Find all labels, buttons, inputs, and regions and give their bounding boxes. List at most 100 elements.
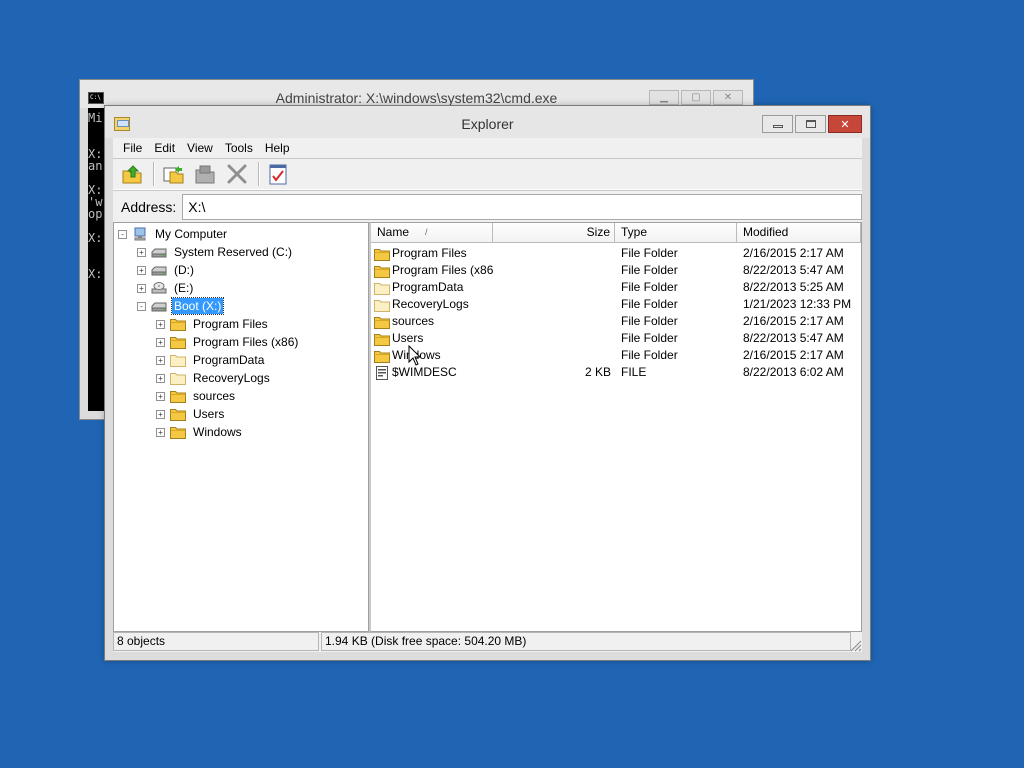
close-button[interactable]: ✕ <box>828 115 862 133</box>
minimize-icon <box>772 124 783 128</box>
properties-button[interactable] <box>263 160 293 188</box>
tree-item-label[interactable]: ProgramData <box>191 352 266 368</box>
expand-icon[interactable]: + <box>156 337 165 347</box>
tree-item-label[interactable]: Program Files <box>191 316 270 332</box>
list-item-name: Program Files (x86) <box>392 263 493 277</box>
list-item-name: sources <box>392 314 435 328</box>
tree-item[interactable]: + (D:) <box>137 261 196 279</box>
folder-hidden-icon <box>373 282 390 295</box>
column-header-type[interactable]: Type <box>615 223 737 243</box>
list-item-modified: 1/21/2023 12:33 PM <box>743 297 852 311</box>
column-header-size[interactable]: Size <box>493 223 615 243</box>
folder-icon <box>373 248 390 261</box>
cmd-maximize-button[interactable]: ▢ <box>681 90 711 105</box>
expand-icon[interactable]: + <box>156 319 165 329</box>
tree-item[interactable]: + Windows <box>156 423 244 441</box>
menu-help[interactable]: Help <box>259 138 296 158</box>
explorer-window[interactable]: Explorer ✕ File Edit View Tools Help Add… <box>104 105 871 661</box>
list-item[interactable]: Program Files (x86) File Folder 8/22/2013 … <box>371 262 861 279</box>
tree-item[interactable]: + ProgramData <box>156 351 266 369</box>
menu-bar: File Edit View Tools Help <box>113 138 862 158</box>
cmd-icon: C:\ <box>88 92 104 104</box>
list-item-type: File Folder <box>621 246 678 260</box>
paste-button[interactable] <box>190 160 220 188</box>
folder-icon <box>373 350 390 363</box>
tree-item-label[interactable]: Windows <box>191 424 244 440</box>
delete-icon <box>227 164 247 184</box>
toolbar-separator <box>258 162 259 186</box>
tree-item-label[interactable]: sources <box>191 388 237 404</box>
folder-icon <box>373 333 390 346</box>
up-folder-button[interactable] <box>117 160 147 188</box>
expand-icon[interactable]: + <box>137 283 146 293</box>
list-item-type: File Folder <box>621 280 678 294</box>
status-object-count: 8 objects <box>113 632 319 651</box>
list-item[interactable]: Windows File Folder 2/16/2015 2:17 AM <box>371 347 861 364</box>
tree-item[interactable]: + (E:) <box>137 279 195 297</box>
list-item[interactable]: RecoveryLogs File Folder 1/21/2023 12:33 P… <box>371 296 861 313</box>
tree-item-label[interactable]: System Reserved (C:) <box>172 244 294 260</box>
mouse-cursor-icon <box>408 345 422 366</box>
expand-icon[interactable]: + <box>156 373 165 383</box>
tree-item[interactable]: - Boot (X:) <box>137 297 225 315</box>
cmd-titlebar[interactable]: C:\ Administrator: X:\windows\system32\c… <box>80 80 753 108</box>
tree-item[interactable]: + Program Files (x86) <box>156 333 300 351</box>
tree-item-label[interactable]: Program Files (x86) <box>191 334 300 350</box>
tree-item[interactable]: - My Computer <box>118 225 229 243</box>
drive-icon <box>151 302 167 312</box>
list-item-name-cell: ProgramData <box>371 279 493 296</box>
address-input[interactable]: X:\ <box>182 193 862 220</box>
collapse-icon[interactable]: - <box>118 229 127 239</box>
list-item-name: RecoveryLogs <box>392 297 469 311</box>
folder-icon <box>170 391 186 403</box>
menu-view[interactable]: View <box>181 138 219 158</box>
maximize-button[interactable] <box>795 115 826 133</box>
list-item-type: File Folder <box>621 297 678 311</box>
expand-icon[interactable]: + <box>156 355 165 365</box>
delete-button[interactable] <box>222 160 252 188</box>
file-list[interactable]: Name / Size Type Modified Program Files F… <box>369 222 862 632</box>
tree-item-label[interactable]: RecoveryLogs <box>191 370 272 386</box>
column-header-name[interactable]: Name / <box>371 223 493 243</box>
tree-item-label[interactable]: Users <box>191 406 226 422</box>
explorer-titlebar[interactable]: Explorer ✕ <box>105 106 870 138</box>
list-item[interactable]: sources File Folder 2/16/2015 2:17 AM <box>371 313 861 330</box>
expand-icon[interactable]: + <box>137 265 146 275</box>
copy-button[interactable] <box>158 160 188 188</box>
expand-icon[interactable]: + <box>156 409 165 419</box>
menu-file[interactable]: File <box>117 138 148 158</box>
folder-icon <box>170 337 186 349</box>
column-header-modified[interactable]: Modified <box>737 223 861 243</box>
list-item-name-cell: $WIMDESC <box>371 364 493 381</box>
tree-item-label[interactable]: My Computer <box>153 226 229 242</box>
list-header: Name / Size Type Modified <box>371 223 861 243</box>
folder-tree[interactable]: - My Computer + System Reserved (C:) + (D:) + (… <box>113 222 369 632</box>
minimize-button[interactable] <box>762 115 793 133</box>
list-item[interactable]: $WIMDESC 2 KB FILE 8/22/2013 6:02 AM <box>371 364 861 381</box>
expand-icon[interactable]: + <box>156 427 165 437</box>
list-item[interactable]: Program Files File Folder 2/16/2015 2:17 A… <box>371 245 861 262</box>
tree-item[interactable]: + Users <box>156 405 226 423</box>
menu-tools[interactable]: Tools <box>219 138 259 158</box>
expand-icon[interactable]: + <box>156 391 165 401</box>
menu-edit[interactable]: Edit <box>148 138 181 158</box>
cmd-minimize-button[interactable]: ▁ <box>649 90 679 105</box>
tree-item[interactable]: + sources <box>156 387 237 405</box>
tree-item[interactable]: + System Reserved (C:) <box>137 243 294 261</box>
tree-item-label[interactable]: Boot (X:) <box>170 297 225 315</box>
tree-item-label[interactable]: (E:) <box>172 280 195 296</box>
list-item[interactable]: ProgramData File Folder 8/22/2013 5:25 AM <box>371 279 861 296</box>
tree-item[interactable]: + Program Files <box>156 315 270 333</box>
expand-icon[interactable]: + <box>137 247 146 257</box>
tree-item-label[interactable]: (D:) <box>172 262 196 278</box>
list-item[interactable]: Users File Folder 8/22/2013 5:47 AM <box>371 330 861 347</box>
status-disk-info: 1.94 KB (Disk free space: 504.20 MB) <box>321 632 851 651</box>
resize-grip-icon[interactable] <box>848 638 862 652</box>
list-item-modified: 2/16/2015 2:17 AM <box>743 348 844 362</box>
collapse-icon[interactable]: - <box>137 301 146 311</box>
list-item-name-cell: Program Files (x86) <box>371 262 493 279</box>
list-item-name-cell: Users <box>371 330 493 347</box>
tree-item[interactable]: + RecoveryLogs <box>156 369 272 387</box>
toolbar <box>113 158 862 190</box>
cmd-close-button[interactable]: ✕ <box>713 90 743 105</box>
